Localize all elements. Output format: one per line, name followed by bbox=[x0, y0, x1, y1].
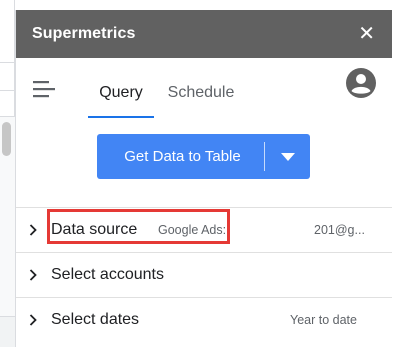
chevron-down-icon bbox=[280, 152, 295, 161]
select-accounts-row[interactable]: Select accounts bbox=[16, 252, 392, 297]
tab-query-label: Query bbox=[99, 84, 143, 101]
sidebar-title: Supermetrics bbox=[32, 25, 136, 42]
chevron-right-icon bbox=[29, 224, 37, 236]
data-source-row[interactable]: Data source Google Ads: 201@g... bbox=[16, 207, 392, 252]
query-nav: Query Schedule bbox=[16, 58, 392, 118]
select-dates-row[interactable]: Select dates Year to date bbox=[16, 297, 392, 342]
select-accounts-label: Select accounts bbox=[51, 266, 164, 283]
data-source-account-email: 201@g... bbox=[314, 223, 365, 237]
spreadsheet-background bbox=[0, 0, 15, 347]
action-area: Get Data to Table bbox=[16, 118, 392, 208]
supermetrics-sidebar: Supermetrics ✕ Query Schedule Get Data t… bbox=[15, 10, 392, 347]
sheet-divider bbox=[0, 90, 15, 91]
select-dates-value: Year to date bbox=[290, 313, 357, 327]
tab-schedule[interactable]: Schedule bbox=[163, 73, 239, 118]
query-settings-list: Data source Google Ads: 201@g... Select … bbox=[16, 207, 392, 342]
redacted-value bbox=[259, 266, 315, 279]
sheet-scrollbar[interactable] bbox=[2, 122, 11, 156]
chevron-right-icon bbox=[29, 314, 37, 326]
chevron-right-icon bbox=[29, 269, 37, 281]
get-data-to-table-button[interactable]: Get Data to Table bbox=[97, 134, 264, 179]
get-data-split-button: Get Data to Table bbox=[97, 134, 310, 179]
sidebar-title-bar: Supermetrics ✕ bbox=[16, 10, 392, 58]
highlight-box bbox=[47, 209, 230, 244]
sheet-footer bbox=[0, 316, 15, 347]
get-data-options-button[interactable] bbox=[265, 134, 310, 179]
tab-query[interactable]: Query bbox=[88, 73, 154, 118]
user-avatar-icon[interactable] bbox=[346, 68, 376, 98]
sheet-divider bbox=[0, 62, 15, 63]
hamburger-menu-icon[interactable] bbox=[33, 80, 55, 98]
tab-schedule-label: Schedule bbox=[167, 84, 235, 101]
close-icon[interactable]: ✕ bbox=[358, 24, 375, 44]
select-dates-label: Select dates bbox=[51, 311, 140, 328]
